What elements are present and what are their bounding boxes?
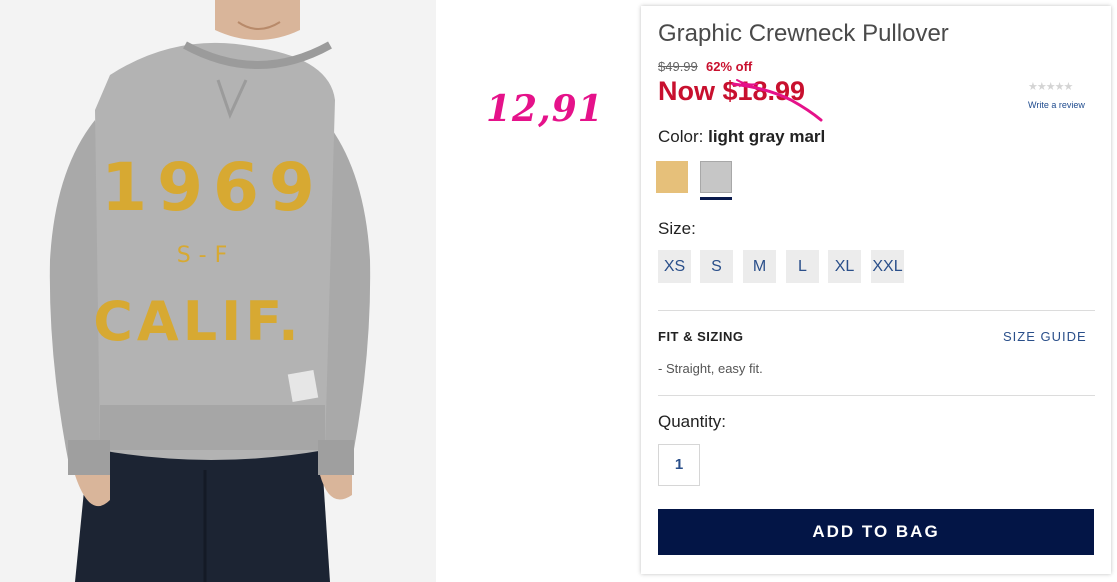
color-label: Color: light gray marl bbox=[658, 127, 825, 147]
product-image: 1969 S-F CALIF. bbox=[0, 0, 436, 582]
divider bbox=[658, 395, 1095, 396]
price-strike-annotation bbox=[731, 79, 823, 122]
add-to-bag-button[interactable]: ADD TO BAG bbox=[658, 509, 1094, 555]
size-m-button[interactable]: M bbox=[743, 250, 776, 283]
graphic-calif: CALIF. bbox=[93, 290, 302, 353]
write-review-link[interactable]: Write a review bbox=[1028, 100, 1085, 110]
size-label: Size: bbox=[658, 219, 696, 238]
graphic-1969: 1969 bbox=[101, 149, 325, 226]
color-label-text: Color: bbox=[658, 127, 704, 146]
size-guide-link[interactable]: SIZE GUIDE bbox=[1003, 329, 1087, 344]
size-l-button[interactable]: L bbox=[786, 250, 819, 283]
original-price: $49.99 bbox=[658, 59, 698, 74]
divider bbox=[658, 310, 1095, 311]
swatch-light-gray-marl[interactable] bbox=[700, 161, 732, 193]
swatch-selected-indicator bbox=[700, 197, 732, 200]
size-xxl-button[interactable]: XXL bbox=[871, 250, 904, 283]
quantity-label: Quantity: bbox=[658, 412, 727, 431]
handwritten-price-annotation: 12,91 bbox=[486, 88, 604, 130]
graphic-sf: S-F bbox=[177, 243, 236, 268]
discount-badge: 62% off bbox=[706, 59, 753, 74]
product-title: Graphic Crewneck Pullover bbox=[658, 20, 949, 47]
size-xs-button[interactable]: XS bbox=[658, 250, 691, 283]
swatch-tan[interactable] bbox=[656, 161, 688, 193]
rating-stars-icon: ★★★★★ bbox=[1028, 81, 1073, 93]
size-s-button[interactable]: S bbox=[700, 250, 733, 283]
quantity-input[interactable]: 1 bbox=[658, 444, 700, 486]
size-xl-button[interactable]: XL bbox=[828, 250, 861, 283]
color-selected-value: light gray marl bbox=[708, 127, 826, 146]
fit-note: - Straight, easy fit. bbox=[658, 361, 763, 376]
fit-sizing-heading: FIT & SIZING bbox=[658, 329, 744, 344]
product-info-panel: Graphic Crewneck Pullover $49.99 62% off… bbox=[641, 6, 1111, 574]
